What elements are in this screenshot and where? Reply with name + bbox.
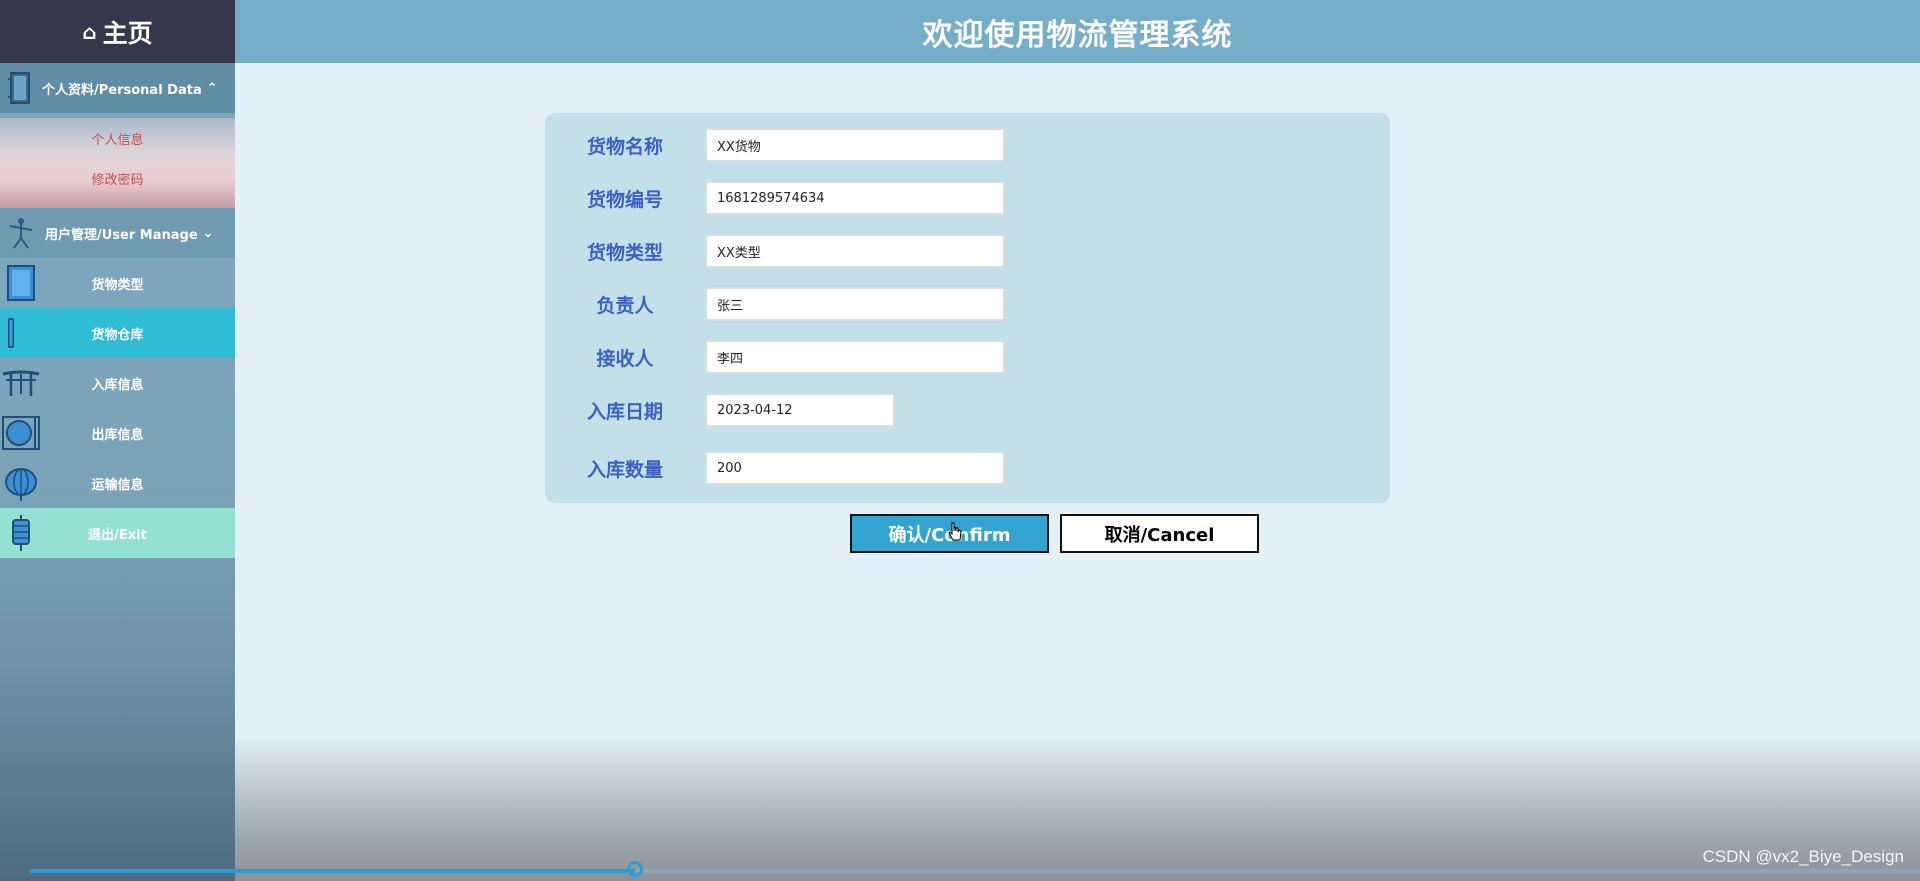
- background-fog: [235, 735, 1920, 881]
- sidebar-item-inbound-info[interactable]: 入库信息: [0, 358, 235, 408]
- sidebar-item-personal-info[interactable]: 个人信息: [0, 118, 235, 158]
- sidebar-item-cargo-warehouse[interactable]: 货物仓库: [0, 308, 235, 358]
- form-row-person-in-charge: 负责人: [545, 287, 1390, 325]
- gate-icon: [2, 370, 40, 396]
- field-label-cargo-number: 货物编号: [586, 189, 663, 211]
- cargo-name-input[interactable]: [705, 128, 1005, 162]
- inbound-quantity-input[interactable]: [705, 451, 1005, 485]
- home-label: 主页: [102, 18, 153, 48]
- sidebar-item-label: 运输信息: [91, 477, 144, 493]
- sidebar-item-label: 出库信息: [91, 427, 144, 443]
- cargo-number-input[interactable]: [705, 181, 1005, 215]
- sidebar-home[interactable]: ⌂ 主页: [0, 0, 235, 63]
- field-label-cargo-name: 货物名称: [586, 136, 663, 158]
- video-progress-fill: [30, 869, 635, 873]
- field-label-inbound-date: 入库日期: [586, 401, 663, 423]
- sidebar-item-change-password[interactable]: 修改密码: [0, 158, 235, 198]
- sidebar-item-label: 退出/Exit: [88, 527, 147, 543]
- cargo-form: 货物名称 货物编号 货物类型 负责人 接收人 入库日期 入库数量: [545, 113, 1390, 503]
- home-icon: ⌂: [82, 19, 97, 44]
- sidebar-item-outbound-info[interactable]: 出库信息: [0, 408, 235, 458]
- chevron-up-icon: ⌃: [206, 80, 218, 96]
- form-row-cargo-type: 货物类型: [545, 234, 1390, 272]
- sidebar: ⌂ 主页 个人资料/Personal Data ⌃ 个人信息 修改密码 用户管理…: [0, 0, 235, 881]
- person-in-charge-input[interactable]: [705, 287, 1005, 321]
- group-label-personal-data: 个人资料/Personal Data: [42, 82, 202, 98]
- page-title: 欢迎使用物流管理系统: [922, 17, 1233, 53]
- inbound-date-input[interactable]: [705, 393, 895, 427]
- sidebar-item-transport-info[interactable]: 运输信息: [0, 458, 235, 508]
- panel-icon: [7, 265, 35, 301]
- hanging-lantern-icon: [12, 515, 30, 551]
- field-label-receiver: 接收人: [596, 348, 654, 370]
- header-bar: 欢迎使用物流管理系统: [235, 0, 1920, 63]
- cargo-type-input[interactable]: [705, 234, 1005, 268]
- form-row-inbound-quantity: 入库数量: [545, 451, 1390, 489]
- group-label-user-manage: 用户管理/User Manage: [45, 227, 198, 243]
- bar-icon: [8, 318, 14, 348]
- form-row-receiver: 接收人: [545, 340, 1390, 378]
- field-label-person-in-charge: 负责人: [596, 295, 654, 317]
- pointer-cursor-icon: [948, 522, 962, 541]
- notebook-icon: [8, 72, 30, 104]
- field-label-cargo-type: 货物类型: [586, 242, 663, 264]
- figure-icon: [9, 218, 33, 249]
- sidebar-group-personal-data[interactable]: 个人资料/Personal Data ⌃: [0, 63, 235, 113]
- form-row-inbound-date: 入库日期: [545, 393, 1390, 431]
- sidebar-item-label: 入库信息: [91, 377, 144, 393]
- watermark-text: CSDN @vx2_Biye_Design: [1702, 847, 1904, 866]
- circle-frame-icon: [2, 416, 40, 450]
- video-progress-handle[interactable]: [627, 861, 643, 877]
- lantern-icon: [5, 468, 37, 501]
- sidebar-item-cargo-type[interactable]: 货物类型: [0, 258, 235, 308]
- form-row-cargo-number: 货物编号: [545, 181, 1390, 219]
- cancel-button[interactable]: 取消/Cancel: [1060, 514, 1259, 553]
- personal-submenu: 个人信息 修改密码: [0, 118, 235, 208]
- receiver-input[interactable]: [705, 340, 1005, 374]
- sidebar-item-label: 货物类型: [91, 277, 144, 293]
- sidebar-item-exit[interactable]: 退出/Exit: [0, 508, 235, 558]
- form-row-cargo-name: 货物名称: [545, 128, 1390, 166]
- sidebar-group-user-manage[interactable]: 用户管理/User Manage ⌄: [0, 208, 235, 258]
- field-label-inbound-quantity: 入库数量: [586, 459, 663, 481]
- sidebar-item-label: 货物仓库: [91, 327, 144, 343]
- chevron-down-icon: ⌄: [202, 225, 214, 241]
